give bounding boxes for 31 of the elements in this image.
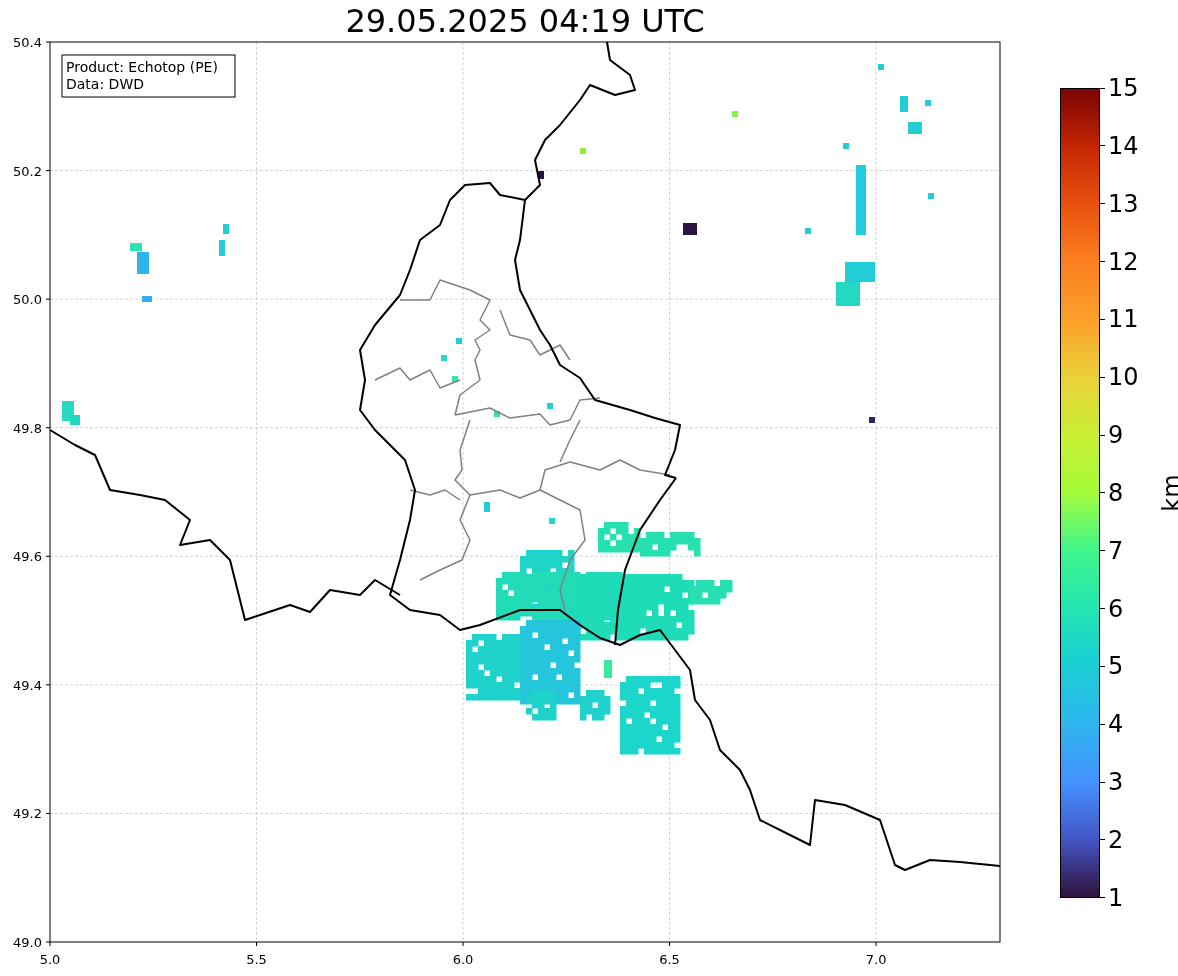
colorbar-tick-label: 14	[1107, 131, 1139, 160]
legend-text: Product: Echotop (PE)	[66, 59, 218, 75]
x-tick-label: 6.0	[452, 952, 474, 967]
x-tick-label: 7.0	[865, 952, 887, 967]
colorbar-tick-label: 10	[1107, 363, 1139, 392]
y-tick-label: 50.2	[13, 163, 42, 179]
colorbar-tick-label: 2	[1107, 825, 1124, 854]
colorbar-tick-label: 8	[1107, 478, 1124, 507]
colorbar-tick-label: 4	[1107, 710, 1124, 739]
y-tick-label: 49.2	[13, 806, 42, 822]
colorbar-tick-label: 13	[1107, 189, 1139, 218]
x-tick-label: 5.5	[246, 952, 267, 967]
colorbar-tick-label: 7	[1107, 536, 1124, 565]
colorbar-tick-label: 6	[1107, 594, 1124, 623]
chart-title: 29.05.2025 04:19 UTC	[345, 1, 705, 41]
colorbar-tick-label: 12	[1107, 247, 1139, 276]
y-tick-label: 49.0	[13, 935, 42, 950]
y-tick-label: 50.4	[13, 35, 42, 50]
colorbar-tick-label: 3	[1107, 768, 1124, 797]
legend-text: Data: DWD	[66, 76, 144, 92]
colorbar-tick-label: 9	[1107, 421, 1124, 450]
y-tick-label: 50.0	[13, 292, 42, 308]
colorbar-tick-label: 1	[1107, 883, 1124, 912]
y-tick-label: 49.4	[13, 677, 42, 693]
y-tick-label: 49.6	[13, 549, 42, 565]
x-tick-label: 6.5	[659, 952, 680, 967]
y-tick-label: 49.8	[13, 420, 42, 436]
x-tick-label: 5.0	[39, 952, 61, 967]
colorbar-tick-label: 5	[1107, 652, 1124, 681]
colorbar-tick-label: 15	[1107, 74, 1139, 102]
colorbar-tick-label: 11	[1107, 305, 1139, 334]
